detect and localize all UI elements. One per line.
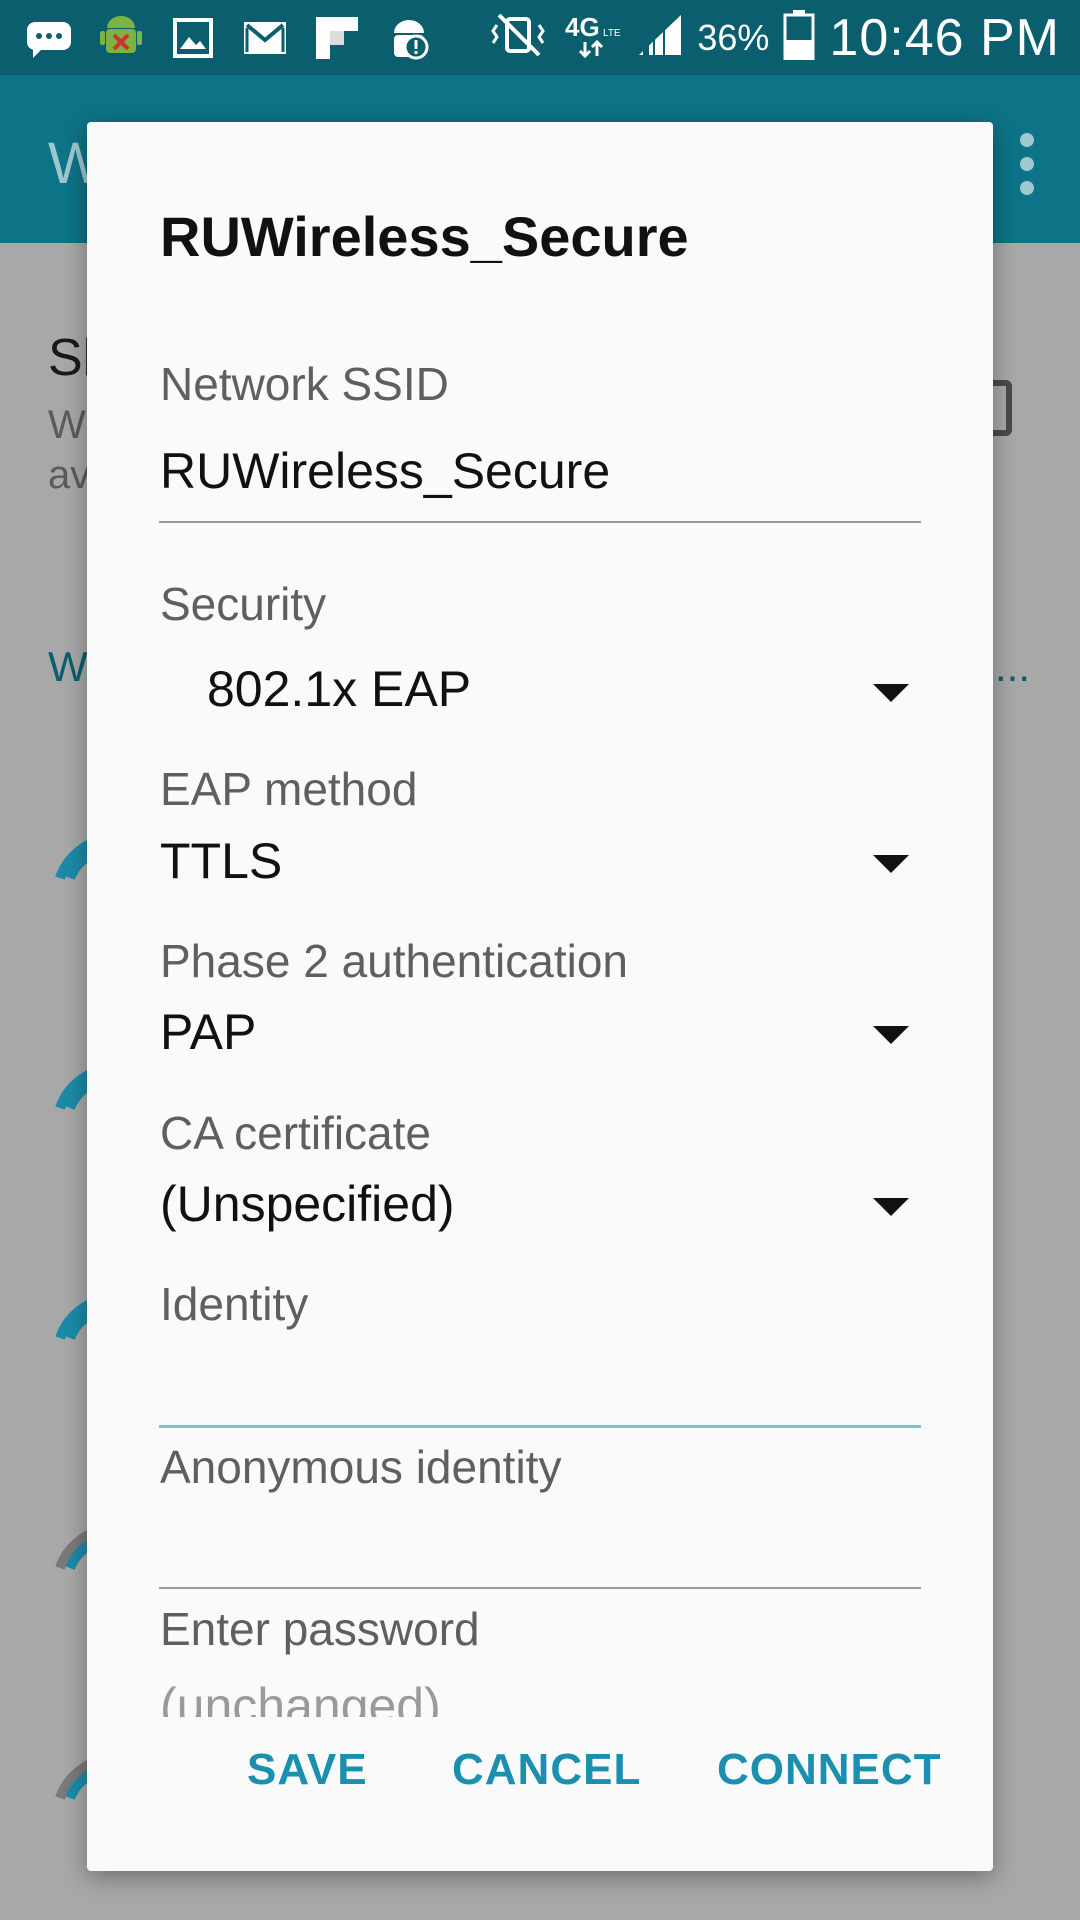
background-subtext-line1: W <box>48 403 86 447</box>
overflow-menu-icon <box>1020 133 1040 205</box>
message-icon <box>24 15 74 61</box>
phase2-auth-spinner[interactable]: PAP <box>160 1003 256 1061</box>
ca-certificate-label: CA certificate <box>160 1107 431 1159</box>
android-debug-icon <box>96 15 146 61</box>
password-label: Enter password <box>160 1603 480 1655</box>
security-dropdown-icon[interactable] <box>873 684 909 702</box>
battery-percent: 36% <box>697 16 770 58</box>
ssid-field[interactable]: RUWireless_Secure <box>160 442 610 500</box>
password-field[interactable]: (unchanged) <box>160 1677 441 1717</box>
identity-label: Identity <box>160 1278 309 1330</box>
eap-method-spinner[interactable]: TTLS <box>160 832 282 890</box>
security-label: Security <box>160 578 327 630</box>
save-button[interactable]: SAVE <box>247 1745 368 1795</box>
network-4g-icon: 4G LTE <box>563 10 623 65</box>
phase2-auth-dropdown-icon[interactable] <box>873 1026 909 1044</box>
security-spinner[interactable]: 802.1x EAP <box>207 660 471 718</box>
svg-text:LTE: LTE <box>603 28 621 39</box>
anonymous-identity-field[interactable] <box>160 1517 920 1577</box>
phase2-auth-label: Phase 2 authentication <box>160 935 629 987</box>
dialog-title: RUWireless_Secure <box>160 205 689 268</box>
ca-certificate-dropdown-icon[interactable] <box>873 1198 909 1216</box>
ca-certificate-spinner[interactable]: (Unspecified) <box>160 1175 455 1233</box>
svg-text:4G: 4G <box>565 12 600 42</box>
android-alert-icon <box>384 15 434 61</box>
identity-field[interactable] <box>160 1354 920 1414</box>
eap-method-dropdown-icon[interactable] <box>873 855 909 873</box>
status-bar: 4G LTE 36% 10:46 PM <box>0 0 1080 75</box>
anonymous-identity-underline <box>159 1587 921 1589</box>
background-section-label: W <box>48 643 88 690</box>
anonymous-identity-label: Anonymous identity <box>160 1441 562 1493</box>
gmail-icon <box>240 15 290 61</box>
clock: 10:46 PM <box>829 8 1060 67</box>
image-icon <box>168 15 218 61</box>
notification-icons <box>24 12 434 64</box>
cancel-button[interactable]: CANCEL <box>452 1745 641 1795</box>
ssid-label: Network SSID <box>160 358 449 410</box>
identity-field-underline <box>159 1425 921 1428</box>
battery-icon <box>783 10 815 65</box>
ssid-field-underline <box>159 521 921 523</box>
background-subtext-line2: av <box>48 453 91 497</box>
signal-icon <box>637 13 683 62</box>
eap-method-label: EAP method <box>160 763 418 815</box>
vibrate-mute-icon <box>489 13 549 62</box>
flipboard-icon <box>312 15 362 61</box>
wifi-config-dialog: RUWireless_Secure Network SSID RUWireles… <box>87 122 993 1871</box>
connect-button[interactable]: CONNECT <box>717 1745 942 1795</box>
